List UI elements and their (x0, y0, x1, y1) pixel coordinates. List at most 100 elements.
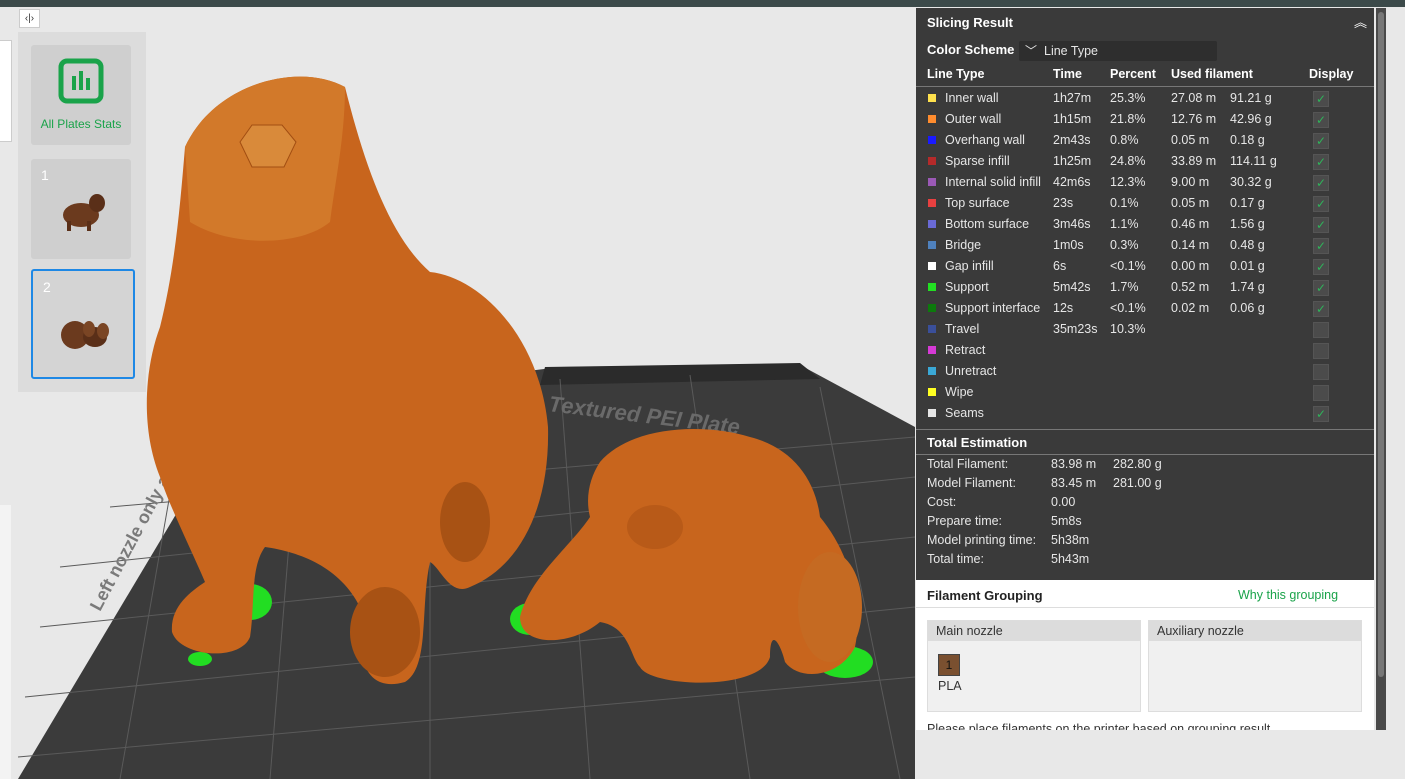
line-meters: 33.89 m (1171, 154, 1217, 168)
line-grams: 1.56 g (1230, 217, 1265, 231)
line-type-row[interactable]: Inner wall 1h27m 25.3% 27.08 m 91.21 g (916, 88, 1374, 110)
display-checkbox[interactable] (1313, 110, 1329, 131)
estimation-label: Model Filament: (927, 476, 1016, 490)
filament-chip[interactable]: 1 (938, 654, 960, 676)
why-grouping-link[interactable]: Why this grouping (1238, 588, 1338, 602)
line-type-row[interactable]: Support 5m42s 1.7% 0.52 m 1.74 g (916, 277, 1374, 299)
line-time: 6s (1053, 259, 1067, 273)
line-meters: 0.05 m (1171, 133, 1210, 147)
color-swatch (928, 367, 936, 375)
color-swatch (928, 157, 936, 165)
line-grams: 0.18 g (1230, 133, 1265, 147)
left-scrollbar[interactable] (0, 505, 11, 779)
line-type-row[interactable]: Top surface 23s 0.1% 0.05 m 0.17 g (916, 193, 1374, 215)
line-percent: <0.1% (1110, 259, 1146, 273)
plate-number: 2 (43, 279, 51, 295)
line-type-name: Internal solid infill (945, 175, 1041, 189)
filament-grouping-section: Filament Grouping Why this grouping Main… (916, 580, 1374, 730)
line-percent: 0.1% (1110, 196, 1139, 210)
estimation-value-secondary: 281.00 g (1113, 476, 1162, 490)
display-checkbox[interactable] (1313, 152, 1329, 173)
display-checkbox[interactable] (1313, 89, 1329, 110)
display-checkbox[interactable] (1313, 322, 1329, 338)
line-time: 1h27m (1053, 91, 1092, 105)
line-type-row[interactable]: Travel 35m23s 10.3% (916, 319, 1374, 340)
estimation-label: Total Filament: (927, 457, 1009, 471)
estimation-value: 83.98 m (1051, 457, 1097, 471)
line-type-row[interactable]: Seams (916, 403, 1374, 425)
line-meters: 0.52 m (1171, 280, 1210, 294)
aux-nozzle-box: Auxiliary nozzle (1148, 620, 1362, 712)
section-divider (916, 429, 1374, 430)
plate-thumbnail-1[interactable]: 1 (31, 159, 131, 259)
slicing-result-header[interactable]: Slicing Result ︽ (916, 8, 1374, 36)
line-time: 5m42s (1053, 280, 1091, 294)
estimation-row: Total Filament: 83.98 m 282.80 g (916, 455, 1374, 474)
display-checkbox[interactable] (1313, 257, 1329, 278)
line-type-row[interactable]: Support interface 12s <0.1% 0.02 m 0.06 g (916, 298, 1374, 320)
line-grams: 1.74 g (1230, 280, 1265, 294)
line-grams: 0.48 g (1230, 238, 1265, 252)
estimation-value: 83.45 m (1051, 476, 1097, 490)
color-scheme-select[interactable]: ﹀ Line Type (1019, 41, 1217, 61)
line-type-row[interactable]: Outer wall 1h15m 21.8% 12.76 m 42.96 g (916, 109, 1374, 131)
display-checkbox[interactable] (1313, 404, 1329, 425)
line-type-name: Retract (945, 343, 986, 357)
all-plates-stats-button[interactable]: All Plates Stats (31, 45, 131, 145)
line-grams: 91.21 g (1230, 91, 1272, 105)
line-meters: 0.46 m (1171, 217, 1210, 231)
chevron-down-icon: ﹀ (1025, 44, 1038, 58)
display-checkbox[interactable] (1313, 343, 1329, 359)
col-display: Display (1309, 67, 1354, 81)
line-type-name: Bridge (945, 238, 982, 252)
display-checkbox[interactable] (1313, 215, 1329, 236)
line-percent: <0.1% (1110, 301, 1146, 315)
color-swatch (928, 136, 936, 144)
line-type-row[interactable]: Gap infill 6s <0.1% 0.00 m 0.01 g (916, 256, 1374, 278)
display-checkbox[interactable] (1313, 385, 1329, 401)
line-type-name: Bottom surface (945, 217, 1030, 231)
display-checkbox[interactable] (1313, 173, 1329, 194)
estimation-value-secondary: 282.80 g (1113, 457, 1162, 471)
line-grams: 0.01 g (1230, 259, 1265, 273)
display-checkbox[interactable] (1313, 299, 1329, 320)
main-nozzle-box: Main nozzle 1 PLA (927, 620, 1141, 712)
estimation-row: Model Filament: 83.45 m 281.00 g (916, 474, 1374, 493)
plate-thumbnail-2[interactable]: 2 (31, 269, 135, 379)
line-type-name: Travel (945, 322, 980, 336)
display-checkbox[interactable] (1313, 236, 1329, 257)
split-view-icon[interactable]: ‹|› (19, 9, 40, 28)
grouping-note: Please place filaments on the printer ba… (927, 722, 1274, 730)
display-checkbox[interactable] (1313, 131, 1329, 152)
line-time: 12s (1053, 301, 1074, 315)
aux-nozzle-title: Auxiliary nozzle (1149, 621, 1361, 641)
total-estimation-title: Total Estimation (927, 435, 1028, 450)
line-type-row[interactable]: Overhang wall 2m43s 0.8% 0.05 m 0.18 g (916, 130, 1374, 152)
display-checkbox[interactable] (1313, 364, 1329, 380)
line-meters: 0.00 m (1171, 259, 1210, 273)
filament-number: 1 (945, 658, 953, 672)
display-checkbox[interactable] (1313, 194, 1329, 215)
stats-chart-icon (58, 58, 104, 104)
color-swatch (928, 346, 936, 354)
line-grams: 114.11 g (1230, 154, 1277, 168)
color-scheme-label: Color Scheme (927, 42, 1015, 57)
line-type-row[interactable]: Retract (916, 340, 1374, 361)
estimation-label: Model printing time: (927, 533, 1037, 547)
panel-scrollbar[interactable] (1376, 8, 1386, 730)
line-type-row[interactable]: Wipe (916, 382, 1374, 403)
display-checkbox[interactable] (1313, 278, 1329, 299)
collapse-up-icon[interactable]: ︽ (1354, 12, 1367, 31)
line-type-row[interactable]: Bridge 1m0s 0.3% 0.14 m 0.48 g (916, 235, 1374, 257)
table-header: Line Type Time Percent Used filament Dis… (916, 64, 1374, 85)
line-type-row[interactable]: Unretract (916, 361, 1374, 382)
color-swatch (928, 304, 936, 312)
line-type-row[interactable]: Internal solid infill 42m6s 12.3% 9.00 m 30.… (916, 172, 1374, 194)
line-type-row[interactable]: Bottom surface 3m46s 1.1% 0.46 m 1.56 g (916, 214, 1374, 236)
estimation-label: Cost: (927, 495, 957, 509)
line-meters: 27.08 m (1171, 91, 1217, 105)
panel-scrollbar-thumb[interactable] (1378, 12, 1384, 677)
estimation-value: 5h43m (1051, 552, 1090, 566)
line-type-row[interactable]: Sparse infill 1h25m 24.8% 33.89 m 114.11 g (916, 151, 1374, 173)
estimation-value: 0.00 (1051, 495, 1076, 509)
